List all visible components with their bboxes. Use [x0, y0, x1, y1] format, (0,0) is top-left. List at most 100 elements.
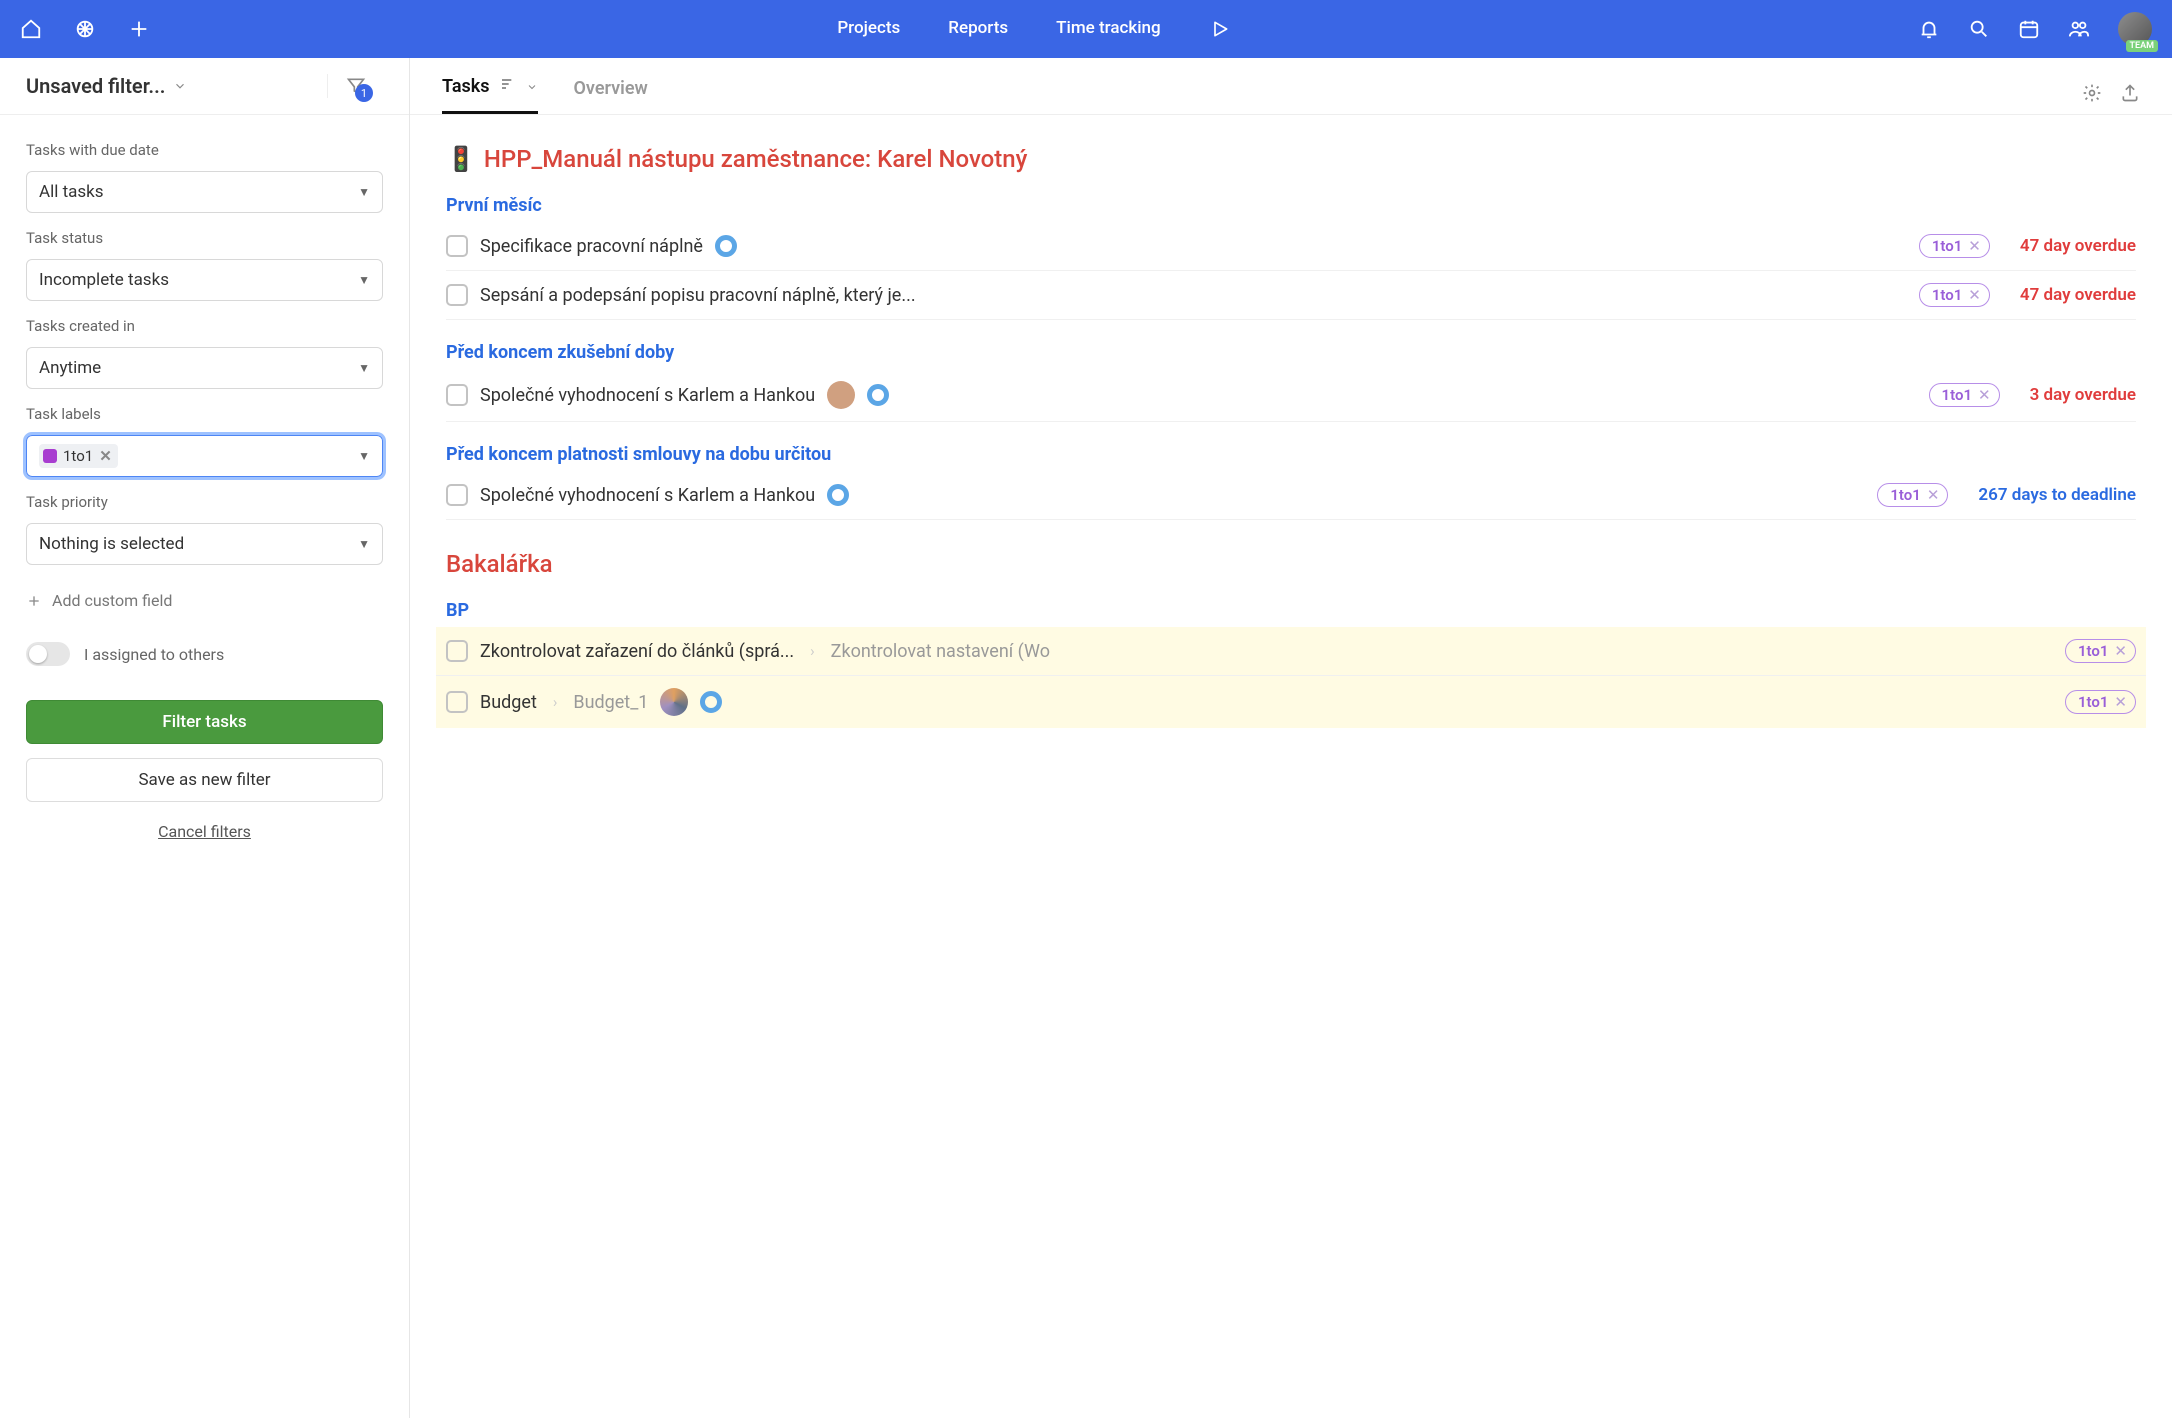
task-checkbox[interactable]: [446, 484, 468, 506]
task-row[interactable]: Zkontrolovat zařazení do článků (sprá...…: [436, 627, 2146, 676]
remove-label-x-icon[interactable]: ✕: [1968, 237, 1981, 255]
task-name[interactable]: Specifikace pracovní náplně: [480, 236, 703, 257]
priority-select[interactable]: Nothing is selected ▼: [26, 523, 383, 565]
task-checkbox[interactable]: [446, 284, 468, 306]
task-row[interactable]: Sepsání a podepsání popisu pracovní nápl…: [446, 271, 2136, 320]
section-zkusebni[interactable]: Před koncem zkušební doby: [446, 342, 2136, 363]
chevron-down-icon: [173, 79, 187, 93]
task-checkbox[interactable]: [446, 384, 468, 406]
settings-icon[interactable]: [2082, 83, 2102, 107]
progress-ring-icon: [827, 484, 849, 506]
topbar-right: TEAM: [1918, 12, 2152, 46]
traffic-light-icon: 🚦: [446, 145, 476, 173]
remove-label-x-icon[interactable]: ✕: [2114, 693, 2127, 711]
remove-label-x-icon[interactable]: ✕: [1968, 286, 1981, 304]
caret-down-icon: ▼: [358, 537, 370, 551]
caret-down-icon: ▼: [358, 449, 370, 463]
filter-funnel-button[interactable]: 1: [327, 74, 383, 98]
status-select[interactable]: Incomplete tasks ▼: [26, 259, 383, 301]
progress-ring-icon: [715, 235, 737, 257]
calendar-icon[interactable]: [2018, 18, 2040, 40]
task-label-pill[interactable]: 1to1 ✕: [2065, 639, 2136, 663]
priority-label: Task priority: [26, 493, 383, 511]
tab-tasks[interactable]: Tasks: [442, 76, 538, 114]
task-row[interactable]: Společné vyhodnocení s Karlem a Hankou 1…: [446, 471, 2136, 520]
play-outline-icon[interactable]: [1209, 18, 1231, 40]
topbar-left: [20, 18, 150, 40]
task-due: 47 day overdue: [2020, 285, 2136, 305]
status-label: Task status: [26, 229, 383, 247]
sidebar-header: Unsaved filter... 1: [0, 58, 409, 115]
task-row[interactable]: Specifikace pracovní náplně 1to1 ✕ 47 da…: [446, 222, 2136, 271]
filter-name-dropdown[interactable]: Unsaved filter...: [26, 74, 187, 98]
team-badge: TEAM: [2126, 40, 2159, 52]
assigned-to-others-toggle[interactable]: [26, 642, 70, 666]
task-subpath[interactable]: Zkontrolovat nastavení (Wo: [831, 641, 1050, 662]
labels-label: Task labels: [26, 405, 383, 423]
task-label-pill[interactable]: 1to1 ✕: [2065, 690, 2136, 714]
task-due: 267 days to deadline: [1978, 485, 2136, 505]
chevron-right-icon: ›: [810, 642, 815, 660]
section-bp[interactable]: BP: [446, 600, 2136, 621]
remove-label-x-icon[interactable]: ✕: [1978, 386, 1991, 404]
project-title-bakalarka[interactable]: Bakalářka: [446, 550, 2136, 578]
plus-icon[interactable]: [128, 18, 150, 40]
task-label-pill[interactable]: 1to1 ✕: [1877, 483, 1948, 507]
task-name[interactable]: Zkontrolovat zařazení do článků (sprá...: [480, 641, 794, 662]
share-icon[interactable]: [2120, 83, 2140, 107]
remove-label-x-icon[interactable]: ✕: [2114, 642, 2127, 660]
task-checkbox[interactable]: [446, 691, 468, 713]
content-tabs: Tasks Overview: [410, 58, 2172, 115]
assignee-avatar[interactable]: [660, 688, 688, 716]
caret-down-icon: ▼: [358, 273, 370, 287]
remove-label-icon[interactable]: ✕: [99, 447, 112, 465]
task-row[interactable]: Budget › Budget_1 1to1 ✕: [436, 676, 2146, 728]
task-checkbox[interactable]: [446, 235, 468, 257]
people-icon[interactable]: [2068, 18, 2090, 40]
sidebar-title: Unsaved filter...: [26, 74, 165, 98]
nav-reports[interactable]: Reports: [948, 18, 1008, 40]
progress-ring-icon: [700, 691, 722, 713]
nav-projects[interactable]: Projects: [837, 18, 900, 40]
due-date-label: Tasks with due date: [26, 141, 383, 159]
label-chip-1to1: 1to1 ✕: [39, 444, 118, 468]
task-label-pill[interactable]: 1to1 ✕: [1919, 283, 1990, 307]
task-label-pill[interactable]: 1to1 ✕: [1919, 234, 1990, 258]
label-swatch: [43, 449, 57, 463]
task-label-pill[interactable]: 1to1 ✕: [1929, 383, 2000, 407]
labels-select[interactable]: 1to1 ✕ ▼: [26, 435, 383, 477]
save-filter-button[interactable]: Save as new filter: [26, 758, 383, 802]
add-custom-field[interactable]: Add custom field: [26, 591, 383, 610]
assigned-to-others-label: I assigned to others: [84, 645, 224, 664]
avatar[interactable]: TEAM: [2118, 12, 2152, 46]
home-icon[interactable]: [20, 18, 42, 40]
sort-icon[interactable]: [500, 76, 516, 97]
tab-overview[interactable]: Overview: [574, 78, 648, 113]
task-name[interactable]: Sepsání a podepsání popisu pracovní nápl…: [480, 285, 916, 306]
due-date-select[interactable]: All tasks ▼: [26, 171, 383, 213]
caret-down-icon: ▼: [358, 361, 370, 375]
search-icon[interactable]: [1968, 18, 1990, 40]
project-title-hpp[interactable]: 🚦 HPP_Manuál nástupu zaměstnance: Karel …: [446, 145, 2136, 173]
bell-icon[interactable]: [1918, 18, 1940, 40]
caret-down-icon: ▼: [358, 185, 370, 199]
remove-label-x-icon[interactable]: ✕: [1927, 486, 1940, 504]
chevron-right-icon: ›: [553, 693, 558, 711]
cancel-filters-link[interactable]: Cancel filters: [26, 822, 383, 841]
assignee-avatar[interactable]: [827, 381, 855, 409]
created-select[interactable]: Anytime ▼: [26, 347, 383, 389]
content-area: Tasks Overview 🚦 HPP_Manuál nástupu zamě…: [410, 58, 2172, 1418]
section-smlouva[interactable]: Před koncem platnosti smlouvy na dobu ur…: [446, 444, 2136, 465]
task-name[interactable]: Společné vyhodnocení s Karlem a Hankou: [480, 385, 815, 406]
filter-tasks-button[interactable]: Filter tasks: [26, 700, 383, 744]
wheel-icon[interactable]: [74, 18, 96, 40]
task-checkbox[interactable]: [446, 640, 468, 662]
chevron-down-icon[interactable]: [526, 81, 538, 93]
assigned-to-others-row: I assigned to others: [26, 642, 383, 666]
task-name[interactable]: Společné vyhodnocení s Karlem a Hankou: [480, 485, 815, 506]
task-name[interactable]: Budget: [480, 692, 537, 713]
nav-time-tracking[interactable]: Time tracking: [1056, 18, 1161, 40]
task-subpath[interactable]: Budget_1: [573, 692, 648, 713]
section-prvni-mesic[interactable]: První měsíc: [446, 195, 2136, 216]
task-row[interactable]: Společné vyhodnocení s Karlem a Hankou 1…: [446, 369, 2136, 422]
